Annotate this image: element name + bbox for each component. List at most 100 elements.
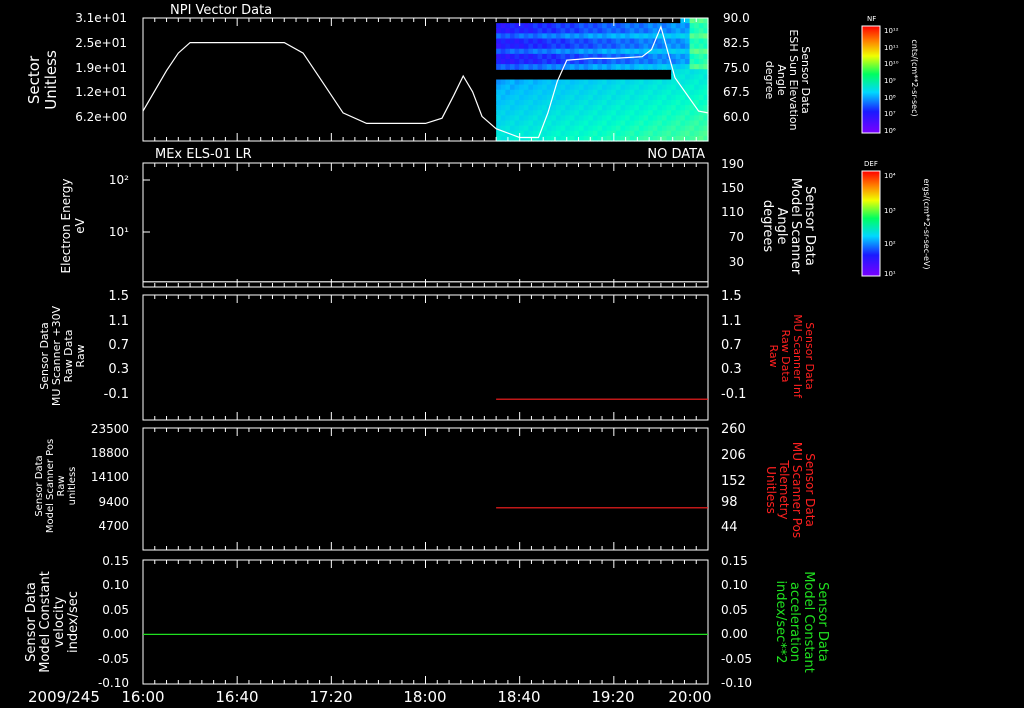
heatmap-cell bbox=[606, 43, 612, 50]
heatmap-cell bbox=[625, 120, 631, 127]
heatmap-cell bbox=[583, 89, 589, 96]
heatmap-cell bbox=[519, 79, 525, 86]
heatmap-cell bbox=[565, 115, 571, 122]
y-axis-label-right: Sensor Data MU Scanner Pos Telemetry Uni… bbox=[764, 442, 817, 538]
heatmap-cell bbox=[611, 115, 617, 122]
heatmap-cell bbox=[602, 84, 608, 91]
heatmap-cell bbox=[551, 48, 557, 55]
axis-label-line: acceleration bbox=[787, 582, 802, 662]
heatmap-cell bbox=[615, 130, 622, 137]
heatmap-cell bbox=[634, 89, 640, 96]
heatmap-cell bbox=[680, 115, 686, 122]
heatmap-cell bbox=[634, 23, 640, 29]
heatmap-cell bbox=[611, 110, 617, 116]
axis-label-line: Sensor Data bbox=[803, 453, 817, 527]
heatmap-cell bbox=[569, 38, 576, 45]
heatmap-cell bbox=[583, 110, 589, 116]
heatmap-cell bbox=[509, 94, 516, 101]
heatmap-cell bbox=[602, 79, 608, 86]
heatmap-cell bbox=[625, 105, 631, 111]
heatmap-cell bbox=[556, 38, 562, 45]
heatmap-cell bbox=[671, 110, 677, 116]
heatmap-cell bbox=[500, 28, 506, 34]
heatmap-cell bbox=[514, 110, 520, 116]
heatmap-cell bbox=[496, 100, 502, 106]
heatmap-cell bbox=[532, 105, 539, 111]
heatmap-cell bbox=[592, 43, 599, 50]
heatmap-cell bbox=[565, 110, 571, 116]
heatmap-cell bbox=[551, 33, 557, 40]
heatmap-cell bbox=[698, 38, 704, 45]
colorbar-units: ergs/(cm**2-sr-sec-eV) bbox=[922, 178, 931, 269]
heatmap-cell bbox=[597, 94, 603, 101]
heatmap-cell bbox=[500, 100, 506, 106]
heatmap-cell bbox=[560, 28, 566, 34]
axis-label-line: Raw bbox=[56, 475, 67, 496]
heatmap-cell bbox=[496, 130, 502, 137]
heatmap-cell bbox=[542, 84, 548, 91]
heatmap-cell bbox=[505, 43, 511, 50]
y-tick-label: 1.5 bbox=[108, 289, 129, 304]
heatmap-cell bbox=[680, 64, 686, 70]
heatmap-cell bbox=[602, 48, 608, 55]
colorbar-label: DEF bbox=[864, 160, 878, 168]
heatmap-cell bbox=[689, 74, 695, 81]
heatmap-cell bbox=[496, 105, 502, 111]
heatmap-cell bbox=[574, 33, 580, 40]
heatmap-cell bbox=[606, 48, 612, 55]
heatmap-cell bbox=[528, 28, 534, 34]
y-tick-label: 0.00 bbox=[102, 627, 129, 641]
heatmap-cell bbox=[551, 110, 557, 116]
heatmap-cell bbox=[611, 105, 617, 111]
heatmap-cell bbox=[620, 28, 626, 34]
heatmap-cell bbox=[629, 64, 635, 70]
heatmap-cell bbox=[634, 84, 640, 91]
heatmap-cell bbox=[634, 43, 640, 50]
heatmap-cell bbox=[671, 53, 677, 60]
heatmap-cell bbox=[542, 130, 548, 137]
heatmap-cell bbox=[615, 84, 622, 91]
heatmap-cell bbox=[634, 110, 640, 116]
colorbar-label: NF bbox=[867, 15, 876, 23]
axis-label-line: Raw bbox=[74, 344, 87, 367]
heatmap-cell bbox=[661, 64, 668, 70]
heatmap-cell bbox=[611, 120, 617, 127]
heatmap-cell bbox=[638, 64, 645, 70]
heatmap-cell bbox=[519, 115, 525, 122]
heatmap-cell bbox=[684, 105, 691, 111]
heatmap-cell bbox=[509, 79, 516, 86]
heatmap-cell bbox=[629, 89, 635, 96]
colorbar-tick: 10¹⁰ bbox=[884, 60, 899, 68]
heatmap-cell bbox=[666, 100, 672, 106]
heatmap-cell bbox=[698, 94, 704, 101]
heatmap-cell bbox=[675, 43, 681, 50]
heatmap-cell bbox=[532, 110, 539, 116]
heatmap-cell bbox=[638, 84, 645, 91]
heatmap-cell bbox=[620, 79, 626, 86]
heatmap-cell bbox=[611, 125, 617, 132]
heatmap-cell bbox=[657, 125, 663, 132]
heatmap-cell bbox=[661, 110, 668, 116]
heatmap-cell bbox=[648, 59, 654, 65]
heatmap-cell bbox=[514, 115, 520, 122]
heatmap-cell bbox=[675, 33, 681, 40]
panel-title: MEx ELS-01 LR bbox=[155, 147, 252, 162]
heatmap-cell bbox=[694, 89, 700, 96]
heatmap-cell bbox=[648, 23, 654, 29]
heatmap-cell bbox=[528, 89, 534, 96]
heatmap-cell bbox=[606, 100, 612, 106]
heatmap-cell bbox=[698, 18, 704, 24]
heatmap-cell bbox=[611, 43, 617, 50]
heatmap-cell bbox=[675, 94, 681, 101]
heatmap-cell bbox=[694, 33, 700, 40]
y-tick-label: 110 bbox=[721, 205, 744, 219]
heatmap-cell bbox=[652, 28, 658, 34]
heatmap-cell bbox=[523, 79, 529, 86]
heatmap-cell bbox=[496, 28, 502, 34]
heatmap-cell bbox=[694, 64, 700, 70]
y-tick-label: 0.7 bbox=[108, 338, 129, 353]
heatmap-cell bbox=[689, 53, 695, 60]
time-ticks bbox=[142, 295, 709, 420]
heatmap-cell bbox=[657, 120, 663, 127]
y-tick-label: 190 bbox=[721, 157, 744, 171]
